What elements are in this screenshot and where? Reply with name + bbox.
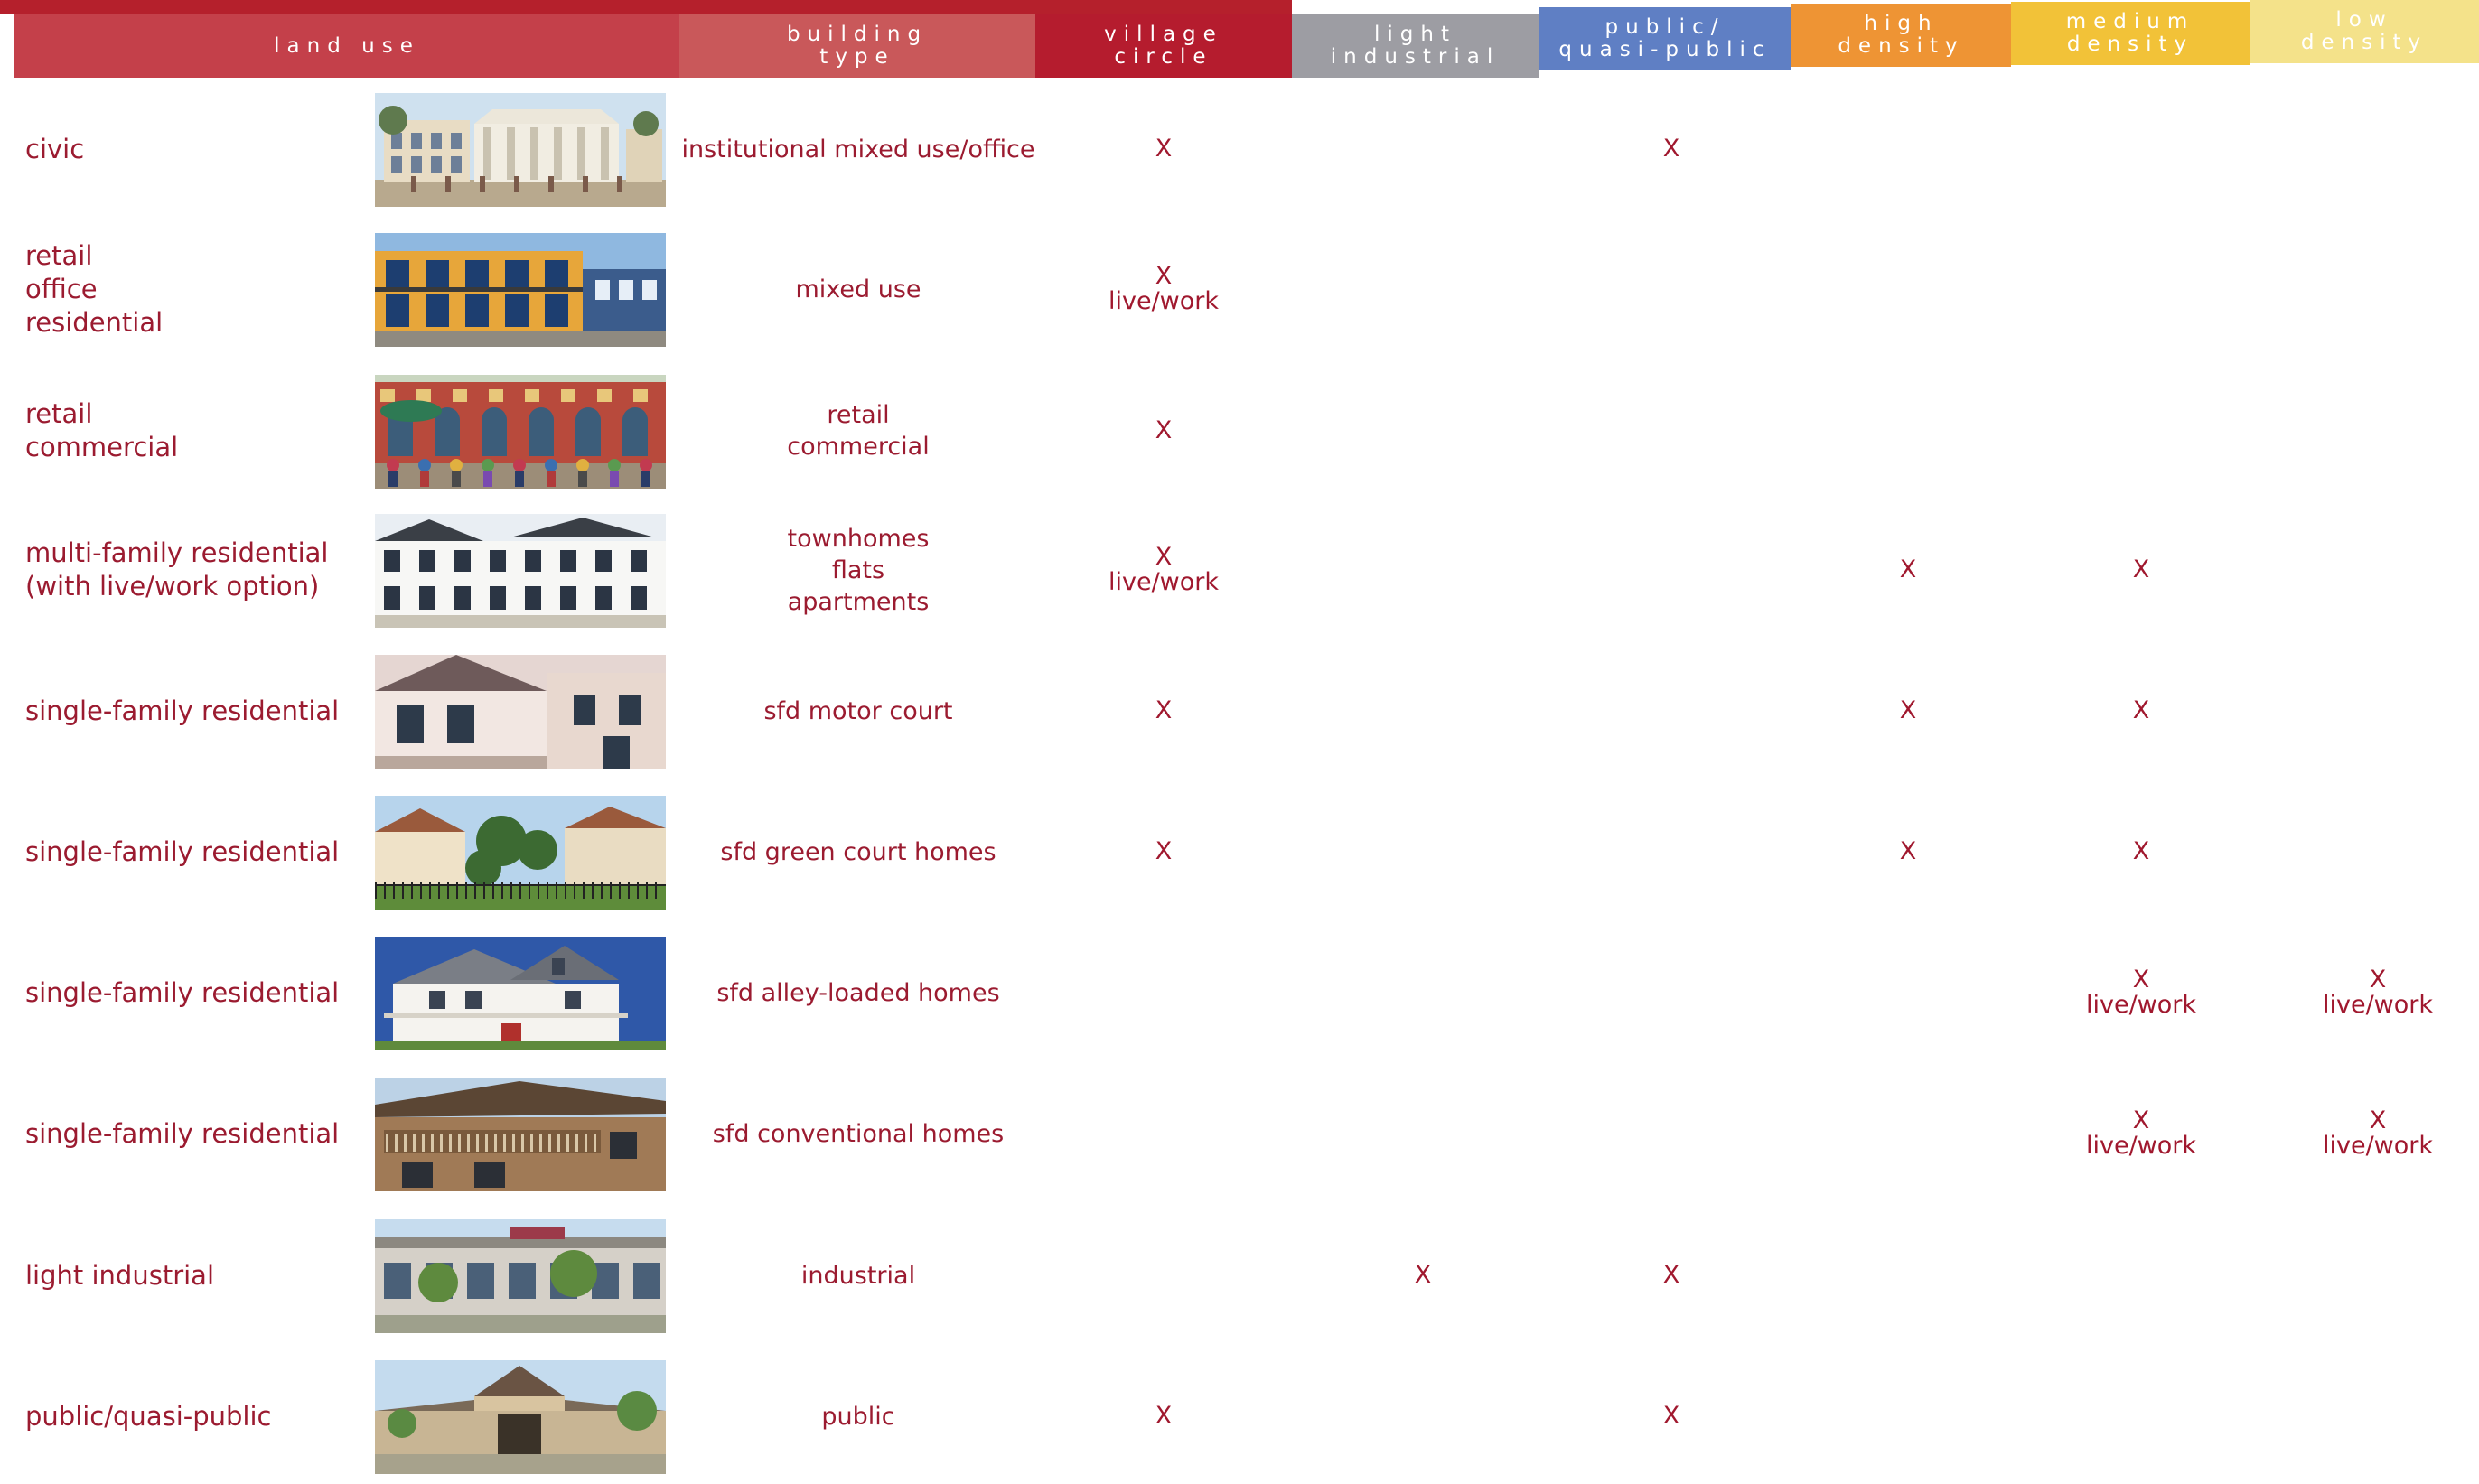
building-type-label: public — [821, 1402, 895, 1431]
header-low-density: low density — [2250, 0, 2479, 63]
header-public-quasi-public: public/ quasi-public — [1539, 7, 1791, 70]
mark-village-circle: X live/work — [1108, 262, 1220, 315]
mark-low-density: X live/work — [2322, 1106, 2434, 1160]
mixed-use-building-photo — [375, 233, 666, 347]
townhomes-photo — [375, 514, 666, 628]
table-row: single-family residential sfd motor cour… — [0, 643, 2479, 779]
table-row: retail office residential mixed use X liv… — [0, 221, 2479, 357]
conventional-home-photo — [375, 1078, 666, 1191]
header-light-industrial: light industrial — [1292, 14, 1539, 78]
mark-medium-density: X — [2132, 696, 2150, 724]
building-type-label: institutional mixed use/office — [681, 135, 1035, 163]
land-use-label: retail commercial — [25, 398, 179, 462]
land-use-label: retail office residential — [25, 239, 164, 338]
mark-high-density: X — [1899, 555, 1917, 583]
green-court-homes-photo — [375, 796, 666, 910]
mark-medium-density: X live/work — [2085, 966, 2197, 1019]
mark-high-density: X — [1899, 696, 1917, 724]
motor-court-house-photo — [375, 655, 666, 769]
mark-medium-density: X live/work — [2085, 1106, 2197, 1160]
alley-loaded-home-photo — [375, 937, 666, 1050]
table-row: single-family residential sfd convention… — [0, 1066, 2479, 1201]
mark-high-density: X — [1899, 837, 1917, 865]
land-use-label: light industrial — [25, 1259, 215, 1291]
header-high-density: high density — [1791, 4, 2011, 67]
table-row: public/quasi-public public X X — [0, 1349, 2479, 1484]
public-building-photo — [375, 1360, 666, 1474]
land-use-label: multi-family residential (with live/work… — [25, 537, 329, 602]
building-type-label: industrial — [800, 1261, 916, 1290]
industrial-building-photo — [375, 1219, 666, 1333]
table-row: multi-family residential (with live/work… — [0, 502, 2479, 638]
mark-public-quasi-public: X — [1662, 1402, 1680, 1430]
table-row: single-family residential sfd alley-load… — [0, 925, 2479, 1060]
mark-village-circle: X — [1155, 696, 1173, 724]
mark-village-circle: X — [1155, 416, 1173, 444]
table-header: land use building type village circle li… — [0, 0, 2479, 81]
land-use-label: single-family residential — [25, 695, 340, 726]
mark-village-circle: X — [1155, 1402, 1173, 1430]
building-type-label: retail commercial — [787, 401, 930, 461]
header-top-band — [0, 0, 1292, 14]
land-use-label: single-family residential — [25, 835, 340, 867]
building-type-label: sfd green court homes — [720, 837, 996, 866]
building-type-label: sfd conventional homes — [712, 1119, 1005, 1148]
mark-medium-density: X — [2132, 837, 2150, 865]
building-type-label: sfd alley-loaded homes — [716, 978, 1000, 1007]
table-row: retail commercial retail commercial X — [0, 363, 2479, 499]
mark-village-circle: X — [1155, 837, 1173, 865]
header-land-use: land use — [14, 14, 679, 78]
building-type-label: sfd motor court — [763, 696, 953, 725]
header-building-type: building type — [679, 14, 1035, 78]
table-row: civic institutional mixed use/office X X — [0, 81, 2479, 217]
mark-public-quasi-public: X — [1662, 135, 1680, 163]
table-row: light industrial industrial X X — [0, 1208, 2479, 1343]
building-type-label: mixed use — [795, 275, 921, 303]
civic-building-photo — [375, 93, 666, 207]
header-medium-density: medium density — [2011, 2, 2250, 65]
retail-street-photo — [375, 375, 666, 489]
mark-village-circle: X live/work — [1108, 543, 1220, 596]
mark-public-quasi-public: X — [1662, 1261, 1680, 1289]
land-use-label: civic — [25, 133, 85, 164]
mark-medium-density: X — [2132, 555, 2150, 583]
header-village-circle: village circle — [1035, 14, 1292, 78]
table-row: single-family residential sfd green cour… — [0, 784, 2479, 919]
mark-low-density: X live/work — [2322, 966, 2434, 1019]
building-type-label: townhomes flats apartments — [787, 524, 930, 616]
land-use-label: single-family residential — [25, 976, 340, 1008]
mark-village-circle: X — [1155, 135, 1173, 163]
land-use-label: single-family residential — [25, 1117, 340, 1149]
mark-light-industrial: X — [1414, 1261, 1432, 1289]
land-use-label: public/quasi-public — [25, 1400, 272, 1432]
